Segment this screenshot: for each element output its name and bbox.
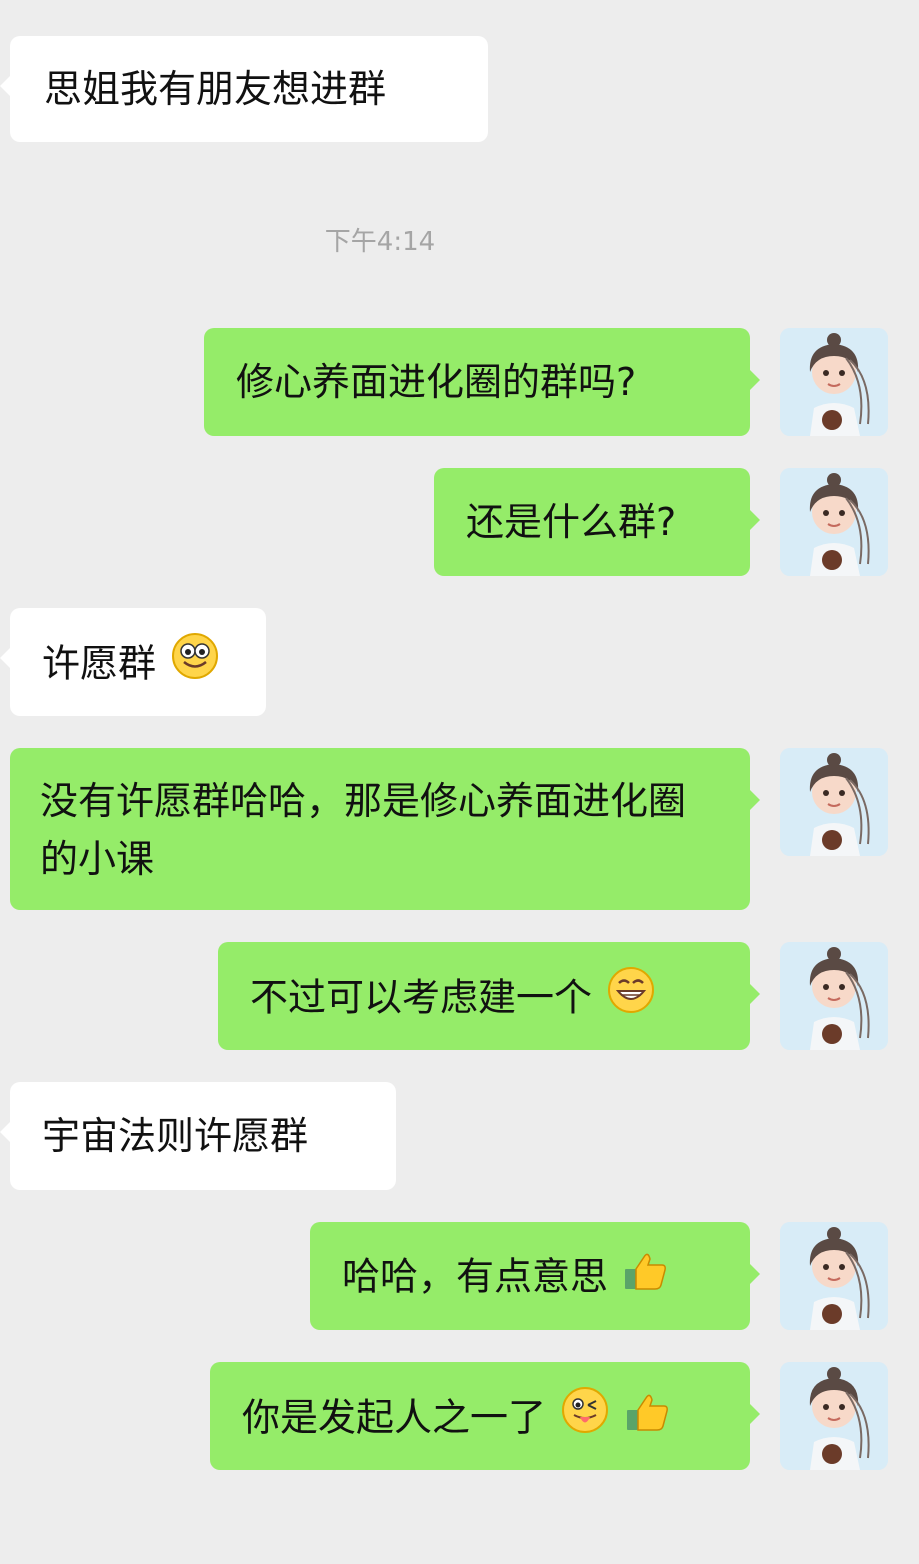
incoming-message-bubble[interactable]: 宇宙法则许愿群 [0,1082,396,1190]
outgoing-message-bubble[interactable]: 你是发起人之一了 [210,1362,760,1470]
message-text: 修心养面进化圈的群吗? [236,360,637,404]
outgoing-message-bubble[interactable]: 修心养面进化圈的群吗? [204,328,760,436]
avatar[interactable] [780,748,888,856]
wink-tongue-emoji-icon [560,1385,610,1451]
message-text: 哈哈，有点意思 [342,1254,609,1299]
smile-emoji-icon [170,631,220,697]
grin-emoji-icon [606,965,656,1031]
message-text: 你是发起人之一了 [242,1395,547,1440]
cartoon-woman-avatar-icon [780,328,888,436]
incoming-message-bubble[interactable]: 思姐我有朋友想进群 [0,36,488,142]
outgoing-message-bubble[interactable]: 不过可以考虑建一个 [218,942,760,1050]
incoming-message-bubble[interactable]: 许愿群 [0,608,266,716]
timestamp: 下午4:14 [324,227,436,257]
avatar[interactable] [780,1362,888,1470]
message-text: 还是什么群? [466,500,677,544]
thumbs-up-emoji-icon [624,1386,672,1450]
message-text: 宇宙法则许愿群 [42,1114,309,1158]
cartoon-woman-avatar-icon [780,1362,888,1470]
message-text: 许愿群 [42,641,157,686]
message-text: 没有许愿群哈哈，那是修心养面进化圈的小课 [40,779,687,881]
avatar[interactable] [780,328,888,436]
cartoon-woman-avatar-icon [780,1222,888,1330]
message-text: 不过可以考虑建一个 [250,975,593,1020]
thumbs-up-emoji-icon [622,1245,670,1309]
cartoon-woman-avatar-icon [780,942,888,1050]
outgoing-message-bubble[interactable]: 还是什么群? [434,468,760,576]
chat-screen: 思姐我有朋友想进群 下午4:14 修心养面进化圈的群吗? 还是什么群? 许愿群 … [0,0,919,1564]
outgoing-message-bubble[interactable]: 没有许愿群哈哈，那是修心养面进化圈的小课 [10,748,760,910]
avatar[interactable] [780,468,888,576]
avatar[interactable] [780,1222,888,1330]
message-text: 思姐我有朋友想进群 [44,67,387,111]
cartoon-woman-avatar-icon [780,748,888,856]
avatar[interactable] [780,942,888,1050]
cartoon-woman-avatar-icon [780,468,888,576]
outgoing-message-bubble[interactable]: 哈哈，有点意思 [310,1222,760,1330]
